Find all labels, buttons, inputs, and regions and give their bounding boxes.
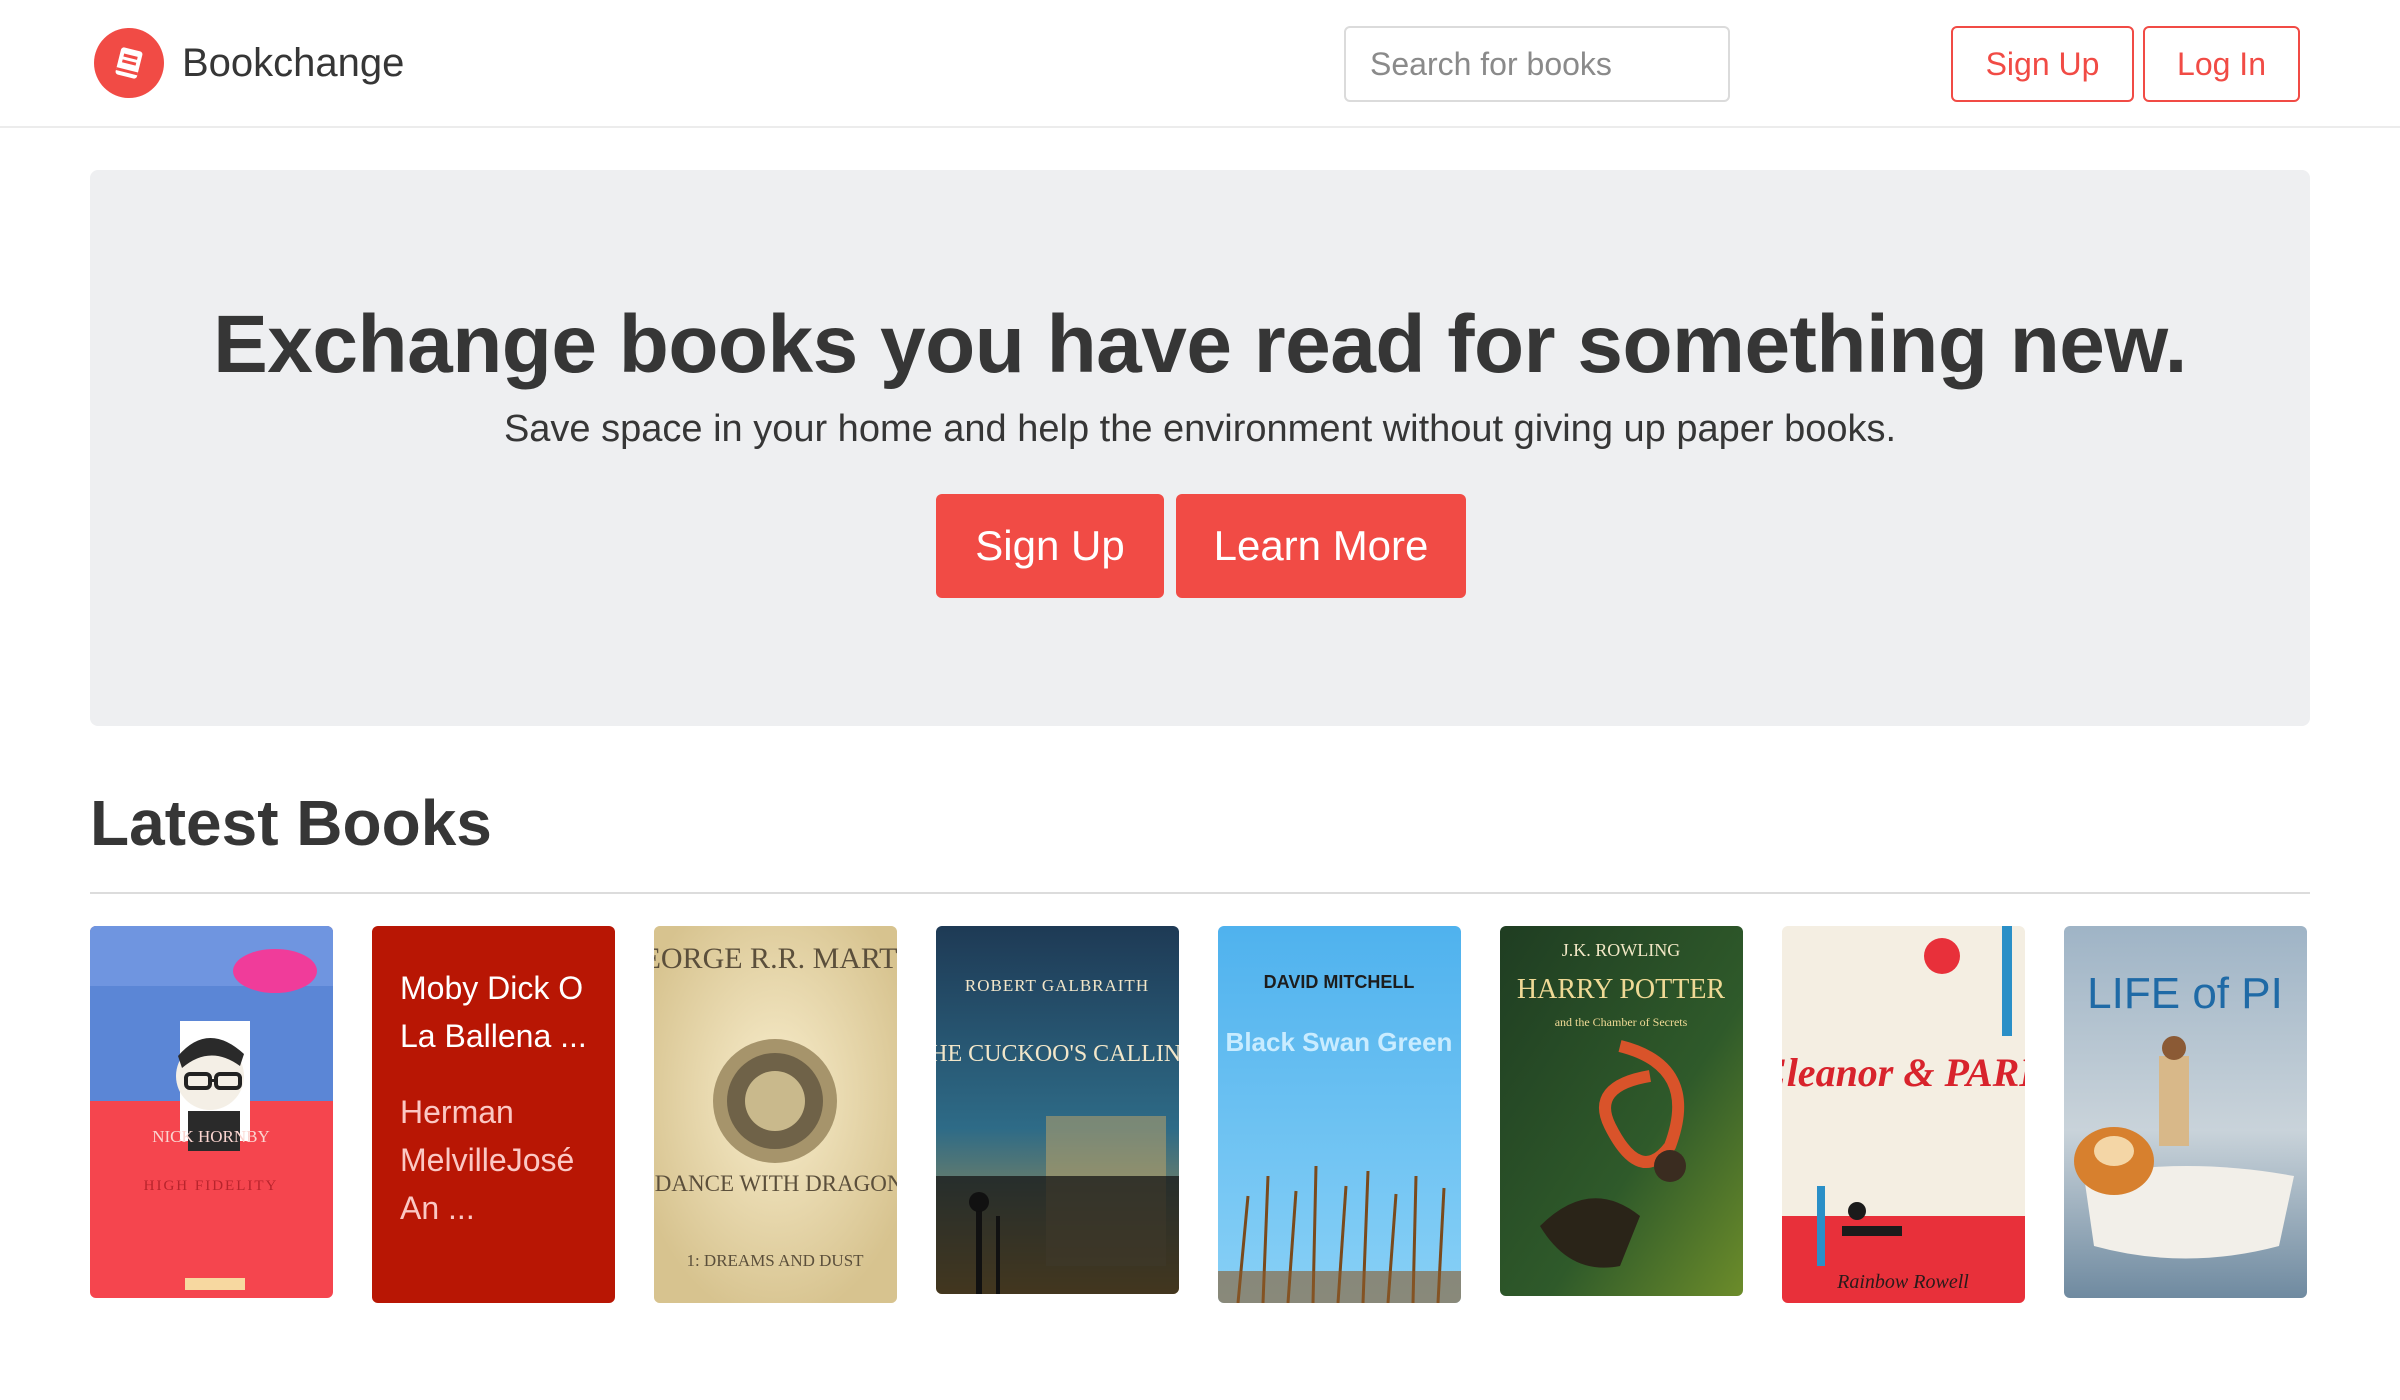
book-cover-eleanor-park[interactable]: Eleanor & PARK Rainbow Rowell xyxy=(1782,926,2025,1303)
brand-link[interactable]: Bookchange xyxy=(94,28,404,98)
book-7-author: Rainbow Rowell xyxy=(1836,1271,1969,1293)
book-card-moby-dick[interactable]: Moby Dick O La Ballena ... Herman Melvil… xyxy=(372,926,615,1303)
book-3-subtitle: 1: DREAMS AND DUST xyxy=(686,1251,864,1270)
navbar: Bookchange Sign Up Log In xyxy=(0,0,2400,128)
hero-subtitle: Save space in your home and help the env… xyxy=(503,408,1897,450)
book-7-title: Eleanor & PARK xyxy=(1782,1050,2025,1095)
book-3-author: GEORGE R.R. MARTIN xyxy=(654,942,897,975)
book-6-author: J.K. ROWLING xyxy=(1562,940,1681,960)
nav-signup-button[interactable]: Sign Up xyxy=(1951,26,2134,102)
book-4-author: ROBERT GALBRAITH xyxy=(965,976,1149,995)
hero-title: Exchange books you have read for somethi… xyxy=(213,299,2187,390)
book-3-title: A DANCE WITH DRAGONS xyxy=(654,1171,897,1196)
book-2-title: Moby Dick O La Ballena ... xyxy=(400,970,587,1054)
book-1-title: HIGH FIDELITY xyxy=(144,1178,279,1194)
book-6-title: HARRY POTTER xyxy=(1517,974,1726,1005)
book-cover-high-fidelity[interactable]: NICK HORNBY HIGH FIDELITY xyxy=(90,926,333,1298)
book-cover-black-swan-green[interactable]: DAVID MITCHELL Black Swan Green xyxy=(1218,926,1461,1303)
book-card: Moby Dick O La Ballena ... Herman Melvil… xyxy=(372,926,615,1303)
latest-books-heading: Latest Books xyxy=(90,787,492,859)
nav-login-button[interactable]: Log In xyxy=(2143,26,2300,102)
section-divider xyxy=(90,892,2310,894)
book-5-title: Black Swan Green xyxy=(1226,1027,1453,1057)
book-8-title: LIFE of PI xyxy=(2087,969,2283,1018)
book-cover-dance-with-dragons[interactable]: GEORGE R.R. MARTIN A DANCE WITH DRAGONS … xyxy=(654,926,897,1303)
book-6-subtitle: and the Chamber of Secrets xyxy=(1555,1015,1688,1029)
book-icon xyxy=(94,28,164,98)
book-cover-harry-potter[interactable]: J.K. ROWLING HARRY POTTER and the Chambe… xyxy=(1500,926,1743,1296)
brand-name: Bookchange xyxy=(182,40,405,85)
book-5-author: DAVID MITCHELL xyxy=(1264,972,1415,992)
hero-section: Exchange books you have read for somethi… xyxy=(90,170,2310,726)
book-cover-life-of-pi[interactable]: LIFE of PI xyxy=(2064,926,2307,1298)
book-2-author: Herman MelvilleJosé An ... xyxy=(400,1094,575,1226)
book-1-author: NICK HORNBY xyxy=(152,1127,270,1146)
search-input[interactable] xyxy=(1344,26,1730,102)
book-4-title: THE CUCKOO'S CALLING xyxy=(936,1041,1179,1067)
learn-more-button[interactable]: Learn More xyxy=(1176,494,1466,598)
book-cover-cuckoos-calling[interactable]: ROBERT GALBRAITH THE CUCKOO'S CALLING xyxy=(936,926,1179,1294)
hero-signup-button[interactable]: Sign Up xyxy=(936,494,1164,598)
